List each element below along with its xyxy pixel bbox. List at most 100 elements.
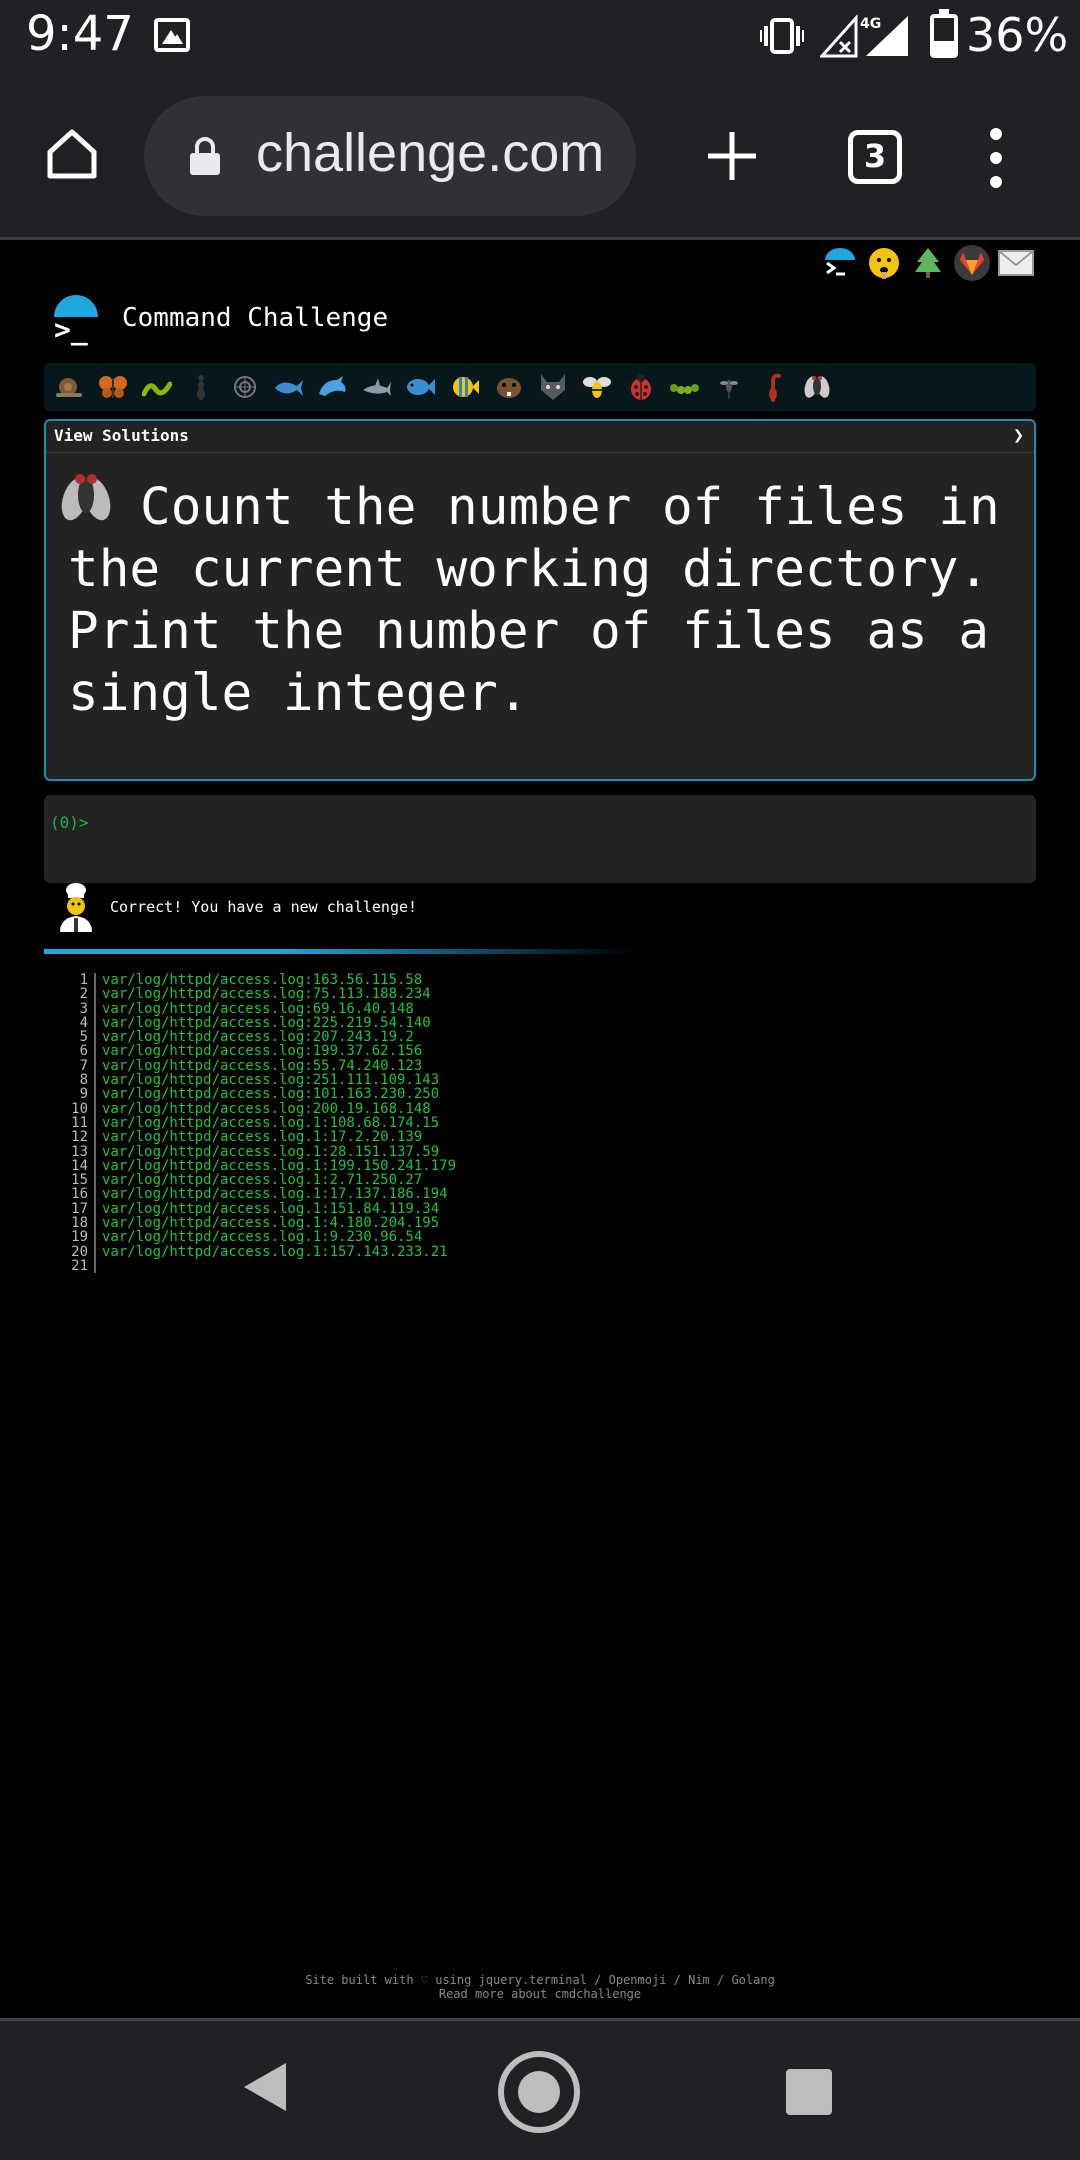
beaver-icon[interactable]	[492, 370, 526, 404]
fly-icon[interactable]	[800, 370, 834, 404]
lock-icon	[190, 137, 220, 175]
output-text: var/log/httpd/access.log.1:157.143.233.2…	[102, 1243, 448, 1260]
output-line: 20 var/log/httpd/access.log.1:157.143.233…	[56, 1243, 456, 1260]
output-text: var/log/httpd/access.log:199.37.62.156	[102, 1043, 423, 1060]
dolphin-icon[interactable]	[316, 370, 350, 404]
home-circle-icon[interactable]	[498, 2051, 580, 2133]
command-output: 1 var/log/httpd/access.log:163.56.115.58 2…	[56, 972, 456, 1274]
line-number: 20	[71, 1243, 88, 1260]
line-number: 12	[71, 1129, 88, 1146]
bee-icon[interactable]	[580, 370, 614, 404]
wolf-icon[interactable]	[536, 370, 570, 404]
output-line: 9 var/log/httpd/access.log:101.163.230.25…	[56, 1086, 456, 1103]
status-bar: 9:47 4G 36%	[0, 0, 1080, 72]
footer-about-link[interactable]: Read more about cmdchallenge	[0, 1987, 1080, 2001]
output-text: var/log/httpd/access.log:101.163.230.250	[102, 1086, 440, 1103]
line-number: 9	[79, 1086, 88, 1103]
ant-icon[interactable]	[184, 370, 218, 404]
whale-icon[interactable]	[272, 370, 306, 404]
line-number: 19	[71, 1229, 88, 1246]
line-number: 14	[71, 1157, 88, 1174]
output-line: 8 var/log/httpd/access.log:251.111.109.14…	[56, 1072, 456, 1089]
line-number: 8	[79, 1072, 88, 1089]
line-number: 7	[79, 1057, 88, 1074]
line-number: 15	[71, 1172, 88, 1189]
output-text: var/log/httpd/access.log.1:4.180.204.195	[102, 1215, 440, 1232]
shark-icon[interactable]	[360, 370, 394, 404]
output-line: 14 var/log/httpd/access.log.1:199.150.241…	[56, 1157, 456, 1174]
url-text[interactable]: challenge.com	[256, 122, 604, 184]
butterfly-icon[interactable]	[96, 370, 130, 404]
network-type-label: 4G	[860, 16, 881, 32]
terminal-prompt: (0)>	[50, 813, 89, 832]
output-line: 5 var/log/httpd/access.log:207.243.19.2	[56, 1029, 456, 1046]
output-line: 21	[56, 1259, 456, 1273]
spider-icon[interactable]	[228, 370, 262, 404]
output-text: var/log/httpd/access.log.1:17.2.20.139	[102, 1129, 423, 1146]
view-solutions-toggle[interactable]: View Solutions ❯	[46, 421, 1034, 453]
line-number: 1	[79, 972, 88, 988]
overflow-menu-icon[interactable]	[984, 128, 1008, 188]
line-number: 5	[79, 1029, 88, 1046]
line-number: 3	[79, 1000, 88, 1017]
result-message-text: Correct! You have a new challenge!	[110, 898, 418, 916]
hint-face-icon[interactable]	[866, 245, 902, 281]
caterpillar-icon[interactable]	[668, 370, 702, 404]
output-line: 10 var/log/httpd/access.log:200.19.168.14…	[56, 1101, 456, 1116]
line-number: 16	[71, 1186, 88, 1203]
fish-icon[interactable]	[404, 370, 438, 404]
output-line: 12 var/log/httpd/access.log.1:17.2.20.139	[56, 1129, 456, 1146]
snail-icon[interactable]	[52, 370, 86, 404]
system-nav-bar	[0, 2018, 1080, 2160]
line-number: 21	[71, 1257, 88, 1274]
line-number: 18	[71, 1215, 88, 1232]
view-solutions-label[interactable]: View Solutions	[54, 426, 189, 445]
output-line: 13 var/log/httpd/access.log.1:28.151.137.…	[56, 1143, 456, 1160]
new-tab-icon[interactable]	[704, 128, 760, 184]
chevron-right-icon[interactable]: ❯	[1013, 425, 1024, 446]
command-challenge-logo: >_	[52, 295, 98, 346]
line-number: 11	[71, 1114, 88, 1131]
divider	[44, 949, 636, 954]
output-line: 7 var/log/httpd/access.log:55.74.240.123	[56, 1057, 456, 1074]
gitlab-icon[interactable]	[954, 245, 990, 281]
output-text: var/log/httpd/access.log.1:9.230.96.54	[102, 1229, 423, 1246]
tab-switcher-button[interactable]: 3	[848, 130, 902, 184]
image-notification-icon	[154, 18, 190, 52]
output-text: var/log/httpd/access.log.1:151.84.119.34	[102, 1200, 440, 1217]
tree-icon[interactable]	[910, 245, 946, 281]
url-bar[interactable]: challenge.com	[144, 96, 636, 216]
line-number: 13	[71, 1143, 88, 1160]
challenge-progress-strip	[44, 363, 1036, 411]
output-text: var/log/httpd/access.log:69.16.40.148	[102, 1000, 414, 1017]
output-text: var/log/httpd/access.log:55.74.240.123	[102, 1057, 423, 1074]
output-text: var/log/httpd/access.log:163.56.115.58	[102, 972, 423, 988]
home-icon[interactable]	[44, 126, 100, 182]
ladybug-icon[interactable]	[624, 370, 658, 404]
line-number: 4	[79, 1014, 88, 1031]
site-brand: >_ Command Challenge	[52, 295, 388, 346]
worm-icon[interactable]	[140, 370, 174, 404]
output-line: 15 var/log/httpd/access.log.1:2.71.250.27	[56, 1172, 456, 1189]
top-icon-bar	[822, 245, 1034, 285]
terminal-input[interactable]: (0)>	[44, 795, 1036, 883]
tropical-fish-icon[interactable]	[448, 370, 482, 404]
cmd-icon[interactable]	[822, 245, 858, 281]
line-number: 17	[71, 1200, 88, 1217]
vibrate-icon	[760, 18, 804, 54]
output-text: var/log/httpd/access.log:225.219.54.140	[102, 1014, 431, 1031]
output-text: var/log/httpd/access.log:207.243.19.2	[102, 1029, 414, 1046]
output-text: var/log/httpd/access.log:251.111.109.143	[102, 1072, 440, 1089]
line-number: 6	[79, 1043, 88, 1060]
scorpion-icon[interactable]	[756, 370, 790, 404]
recent-apps-icon[interactable]	[786, 2069, 832, 2115]
back-icon[interactable]	[244, 2063, 286, 2111]
mail-icon[interactable]	[998, 245, 1034, 281]
output-line: 1 var/log/httpd/access.log:163.56.115.58	[56, 972, 456, 988]
result-message: Correct! You have a new challenge!	[56, 883, 418, 932]
status-time: 9:47	[26, 6, 134, 62]
output-line: 6 var/log/httpd/access.log:199.37.62.156	[56, 1043, 456, 1060]
output-line: 16 var/log/httpd/access.log.1:17.137.186.…	[56, 1186, 456, 1203]
mosquito-icon[interactable]	[712, 370, 746, 404]
